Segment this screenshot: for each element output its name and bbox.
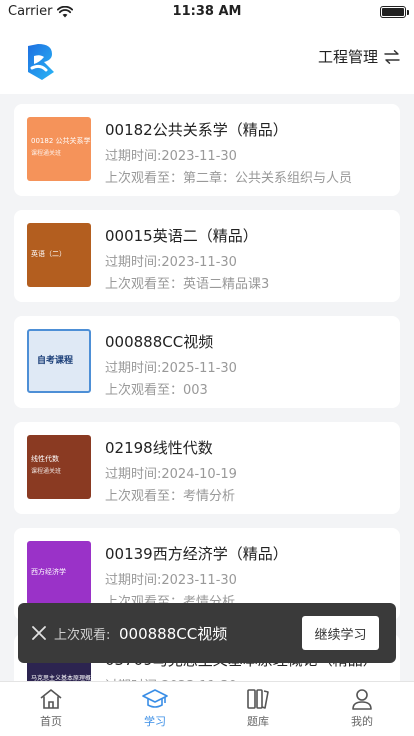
course-card[interactable]: 自考课程 000888CC视频 过期时间:2025-11-30 上次观看至：00…: [14, 316, 400, 408]
tab-label: 学习: [144, 715, 166, 728]
course-expire: 过期时间:2025-11-30: [105, 361, 237, 376]
course-expire: 过期时间:2023-11-30: [105, 255, 237, 270]
toast-label: 上次观看:: [54, 628, 111, 643]
swap-arrows-icon: [384, 49, 400, 64]
app-logo-icon[interactable]: [22, 42, 58, 82]
course-thumbnail: 英语（二）: [27, 223, 91, 287]
thumbnail-title: 线性代数: [31, 455, 59, 463]
course-expire: 过期时间:2023-11-30: [105, 149, 237, 164]
tab-bar: 首页 学习 题库 我的: [0, 681, 414, 736]
thumbnail-title: 自考课程: [37, 356, 74, 366]
status-bar: Carrier 11:38 AM: [0, 0, 414, 24]
tab-profile[interactable]: 我的: [332, 688, 392, 734]
graduation-cap-icon: [142, 689, 168, 708]
course-card[interactable]: 英语（二） 00015英语二（精品） 过期时间:2023-11-30 上次观看至…: [14, 210, 400, 302]
tab-study[interactable]: 学习: [125, 688, 185, 734]
thumbnail-title: 00182 公共关系学: [31, 137, 91, 145]
course-expire: 过期时间:2023-11-30: [105, 573, 237, 588]
tab-home[interactable]: 首页: [21, 688, 81, 734]
thumbnail-subtitle: 课程通关班: [31, 468, 62, 475]
thumbnail-subtitle: 课程通关班: [31, 150, 62, 157]
course-thumbnail: 线性代数 课程通关班: [27, 435, 91, 499]
resume-toast: 上次观看: 000888CC视频 继续学习: [18, 603, 396, 663]
thumbnail-title: 西方经济学: [31, 568, 66, 576]
course-thumbnail: 西方经济学: [27, 541, 91, 605]
course-title: 00182公共关系学（精品）: [105, 121, 288, 139]
thumbnail-title: 英语（二）: [31, 250, 66, 258]
course-last-watched: 上次观看至：英语二精品课3: [105, 277, 270, 292]
tab-label: 我的: [351, 715, 373, 728]
course-expire: 过期时间:2024-10-19: [105, 467, 237, 482]
project-switch-button[interactable]: 工程管理: [318, 46, 400, 67]
toast-course-title: 000888CC视频: [119, 625, 228, 643]
tab-question-bank[interactable]: 题库: [228, 688, 288, 734]
battery-icon: [380, 6, 409, 18]
home-icon: [40, 689, 62, 709]
course-card[interactable]: 00182 公共关系学 课程通关班 00182公共关系学（精品） 过期时间:20…: [14, 104, 400, 196]
course-title: 000888CC视频: [105, 333, 214, 351]
status-time: 11:38 AM: [172, 4, 242, 19]
course-last-watched: 上次观看至：003: [105, 383, 208, 398]
profile-icon: [352, 689, 372, 710]
course-thumbnail: 自考课程: [27, 329, 91, 393]
header: 工程管理: [0, 24, 414, 94]
close-icon[interactable]: [31, 625, 47, 641]
course-last-watched: 上次观看至：第二章：公共关系组织与人员: [105, 171, 353, 186]
course-thumbnail: 00182 公共关系学 课程通关班: [27, 117, 91, 181]
header-title: 工程管理: [317, 48, 378, 66]
course-card[interactable]: 线性代数 课程通关班 02198线性代数 过期时间:2024-10-19 上次观…: [14, 422, 400, 514]
tab-label: 首页: [40, 715, 62, 728]
course-title: 00015英语二（精品）: [105, 227, 258, 245]
question-bank-icon: [247, 689, 269, 709]
tab-label: 题库: [247, 715, 269, 728]
course-title: 02198线性代数: [105, 439, 213, 457]
continue-learning-button[interactable]: 继续学习: [302, 616, 379, 650]
course-last-watched: 上次观看至：考情分析: [105, 489, 236, 504]
course-title: 00139西方经济学（精品）: [105, 545, 288, 563]
